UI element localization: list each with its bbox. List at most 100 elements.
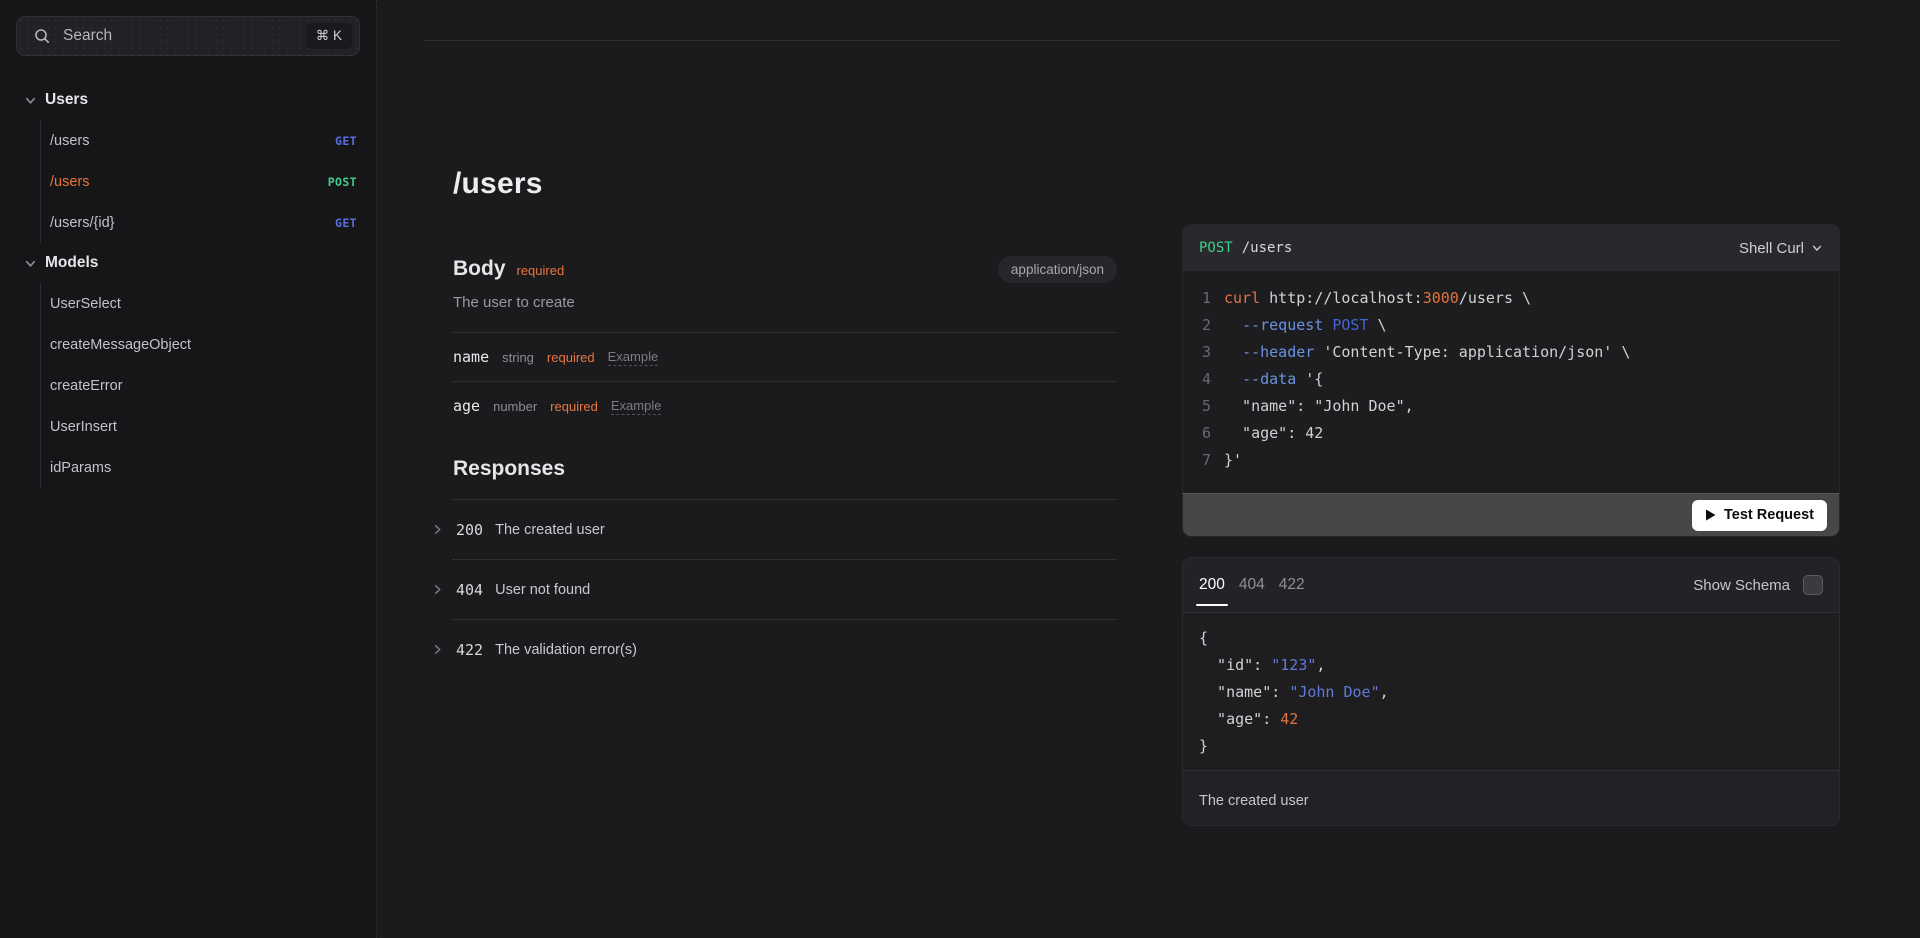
request-method: POST [1199,240,1233,256]
search-icon [34,28,50,44]
tab-200[interactable]: 200 [1199,576,1225,594]
param-type: number [493,399,537,414]
tab-422[interactable]: 422 [1279,576,1305,594]
sidebar: Search ⌘ K Users /users GET /users POST … [0,0,377,938]
sidebar-section-models[interactable]: Models [0,243,376,283]
request-card-header: POST /users Shell Curl [1183,225,1839,271]
code-line: 6 "age": 42 [1199,420,1823,447]
show-schema-checkbox[interactable] [1803,575,1823,595]
model-name: createError [50,378,123,394]
code-line: "age": 42 [1199,706,1823,733]
responses-heading: Responses [453,456,1117,482]
param-required-label: required [547,350,595,365]
method-badge-post: POST [328,175,357,189]
sidebar-nav: Users /users GET /users POST /users/{id}… [0,80,376,488]
response-description: The created user [1183,770,1839,825]
code-line: 3 --header 'Content-Type: application/js… [1199,339,1823,366]
param-type: string [502,350,534,365]
sidebar-item-users-id-get[interactable]: /users/{id} GET [41,202,376,243]
model-name: idParams [50,460,111,476]
body-heading: Body [453,257,506,281]
code-line: } [1199,733,1823,760]
code-line: 5 "name": "John Doe", [1199,393,1823,420]
page-title: /users [453,166,1117,202]
sidebar-item-createmessageobject[interactable]: createMessageObject [41,324,376,365]
sidebar-item-users-post[interactable]: /users POST [41,161,376,202]
response-example-card: 200 404 422 Show Schema { "id": "123", "… [1182,557,1840,826]
status-code: 200 [456,521,483,539]
code-line: 2 --request POST \ [1199,312,1823,339]
sidebar-item-idparams[interactable]: idParams [41,447,376,488]
param-row-age: age number required Example [453,382,1117,430]
code-line: "id": "123", [1199,652,1823,679]
sidebar-item-userselect[interactable]: UserSelect [41,283,376,324]
sidebar-item-userinsert[interactable]: UserInsert [41,406,376,447]
code-line: 4 --data '{ [1199,366,1823,393]
method-badge-get: GET [335,134,357,148]
sidebar-section-users[interactable]: Users [0,80,376,120]
tab-404[interactable]: 404 [1239,576,1265,594]
code-line: 1curl http://localhost:3000/users \ [1199,285,1823,312]
status-description: The created user [495,522,605,538]
line-number: 5 [1199,393,1211,420]
code-line: "name": "John Doe", [1199,679,1823,706]
request-path: /users [1242,240,1293,256]
show-schema-control: Show Schema [1693,575,1823,595]
test-request-button[interactable]: Test Request [1692,500,1827,531]
status-code: 404 [456,581,483,599]
param-name: age [453,397,480,415]
method-badge-get: GET [335,216,357,230]
line-number: 4 [1199,366,1211,393]
test-request-label: Test Request [1724,507,1814,523]
sidebar-users-list: /users GET /users POST /users/{id} GET [40,120,376,243]
response-row-200[interactable]: 200 The created user [431,500,1117,559]
chevron-right-icon [431,523,444,536]
language-selector[interactable]: Shell Curl [1739,240,1823,257]
chevron-down-icon [1811,242,1823,254]
status-description: The validation error(s) [495,642,637,658]
endpoint-path: /users/{id} [50,215,115,231]
play-icon [1705,509,1716,521]
endpoint-path: /users [50,133,90,149]
search-placeholder: Search [63,27,293,45]
param-row-name: name string required Example [453,333,1117,381]
body-description: The user to create [453,294,1117,312]
code-line: 7}' [1199,447,1823,474]
body-section-header: Body required application/json [453,256,1117,282]
model-name: UserSelect [50,296,121,312]
search-input[interactable]: Search ⌘ K [16,16,360,56]
model-name: createMessageObject [50,337,191,353]
response-row-422[interactable]: 422 The validation error(s) [431,620,1117,679]
line-number: 2 [1199,312,1211,339]
example-chip[interactable]: Example [608,349,659,366]
section-label: Models [45,254,98,272]
param-required-label: required [550,399,598,414]
section-label: Users [45,91,88,109]
chevron-down-icon [24,94,37,107]
code-line: { [1199,625,1823,652]
sidebar-models-list: UserSelect createMessageObject createErr… [40,283,376,488]
chevron-right-icon [431,583,444,596]
show-schema-label: Show Schema [1693,577,1790,594]
sidebar-item-users-get[interactable]: /users GET [41,120,376,161]
search-shortcut: ⌘ K [306,23,352,49]
main-content: /users Body required application/json Th… [453,0,1117,679]
param-name: name [453,348,489,366]
line-number: 3 [1199,339,1211,366]
line-number: 7 [1199,447,1211,474]
line-number: 1 [1199,285,1211,312]
model-name: UserInsert [50,419,117,435]
status-description: User not found [495,582,590,598]
endpoint-path: /users [50,174,90,190]
language-selector-label: Shell Curl [1739,240,1804,257]
status-code: 422 [456,641,483,659]
content-type-badge: application/json [998,256,1117,283]
chevron-right-icon [431,643,444,656]
line-number: 6 [1199,420,1211,447]
response-body-code: { "id": "123", "name": "John Doe", "age"… [1183,613,1839,770]
request-code-block: 1curl http://localhost:3000/users \2 --r… [1183,271,1839,493]
response-row-404[interactable]: 404 User not found [431,560,1117,619]
sidebar-item-createerror[interactable]: createError [41,365,376,406]
example-chip[interactable]: Example [611,398,662,415]
chevron-down-icon [24,257,37,270]
